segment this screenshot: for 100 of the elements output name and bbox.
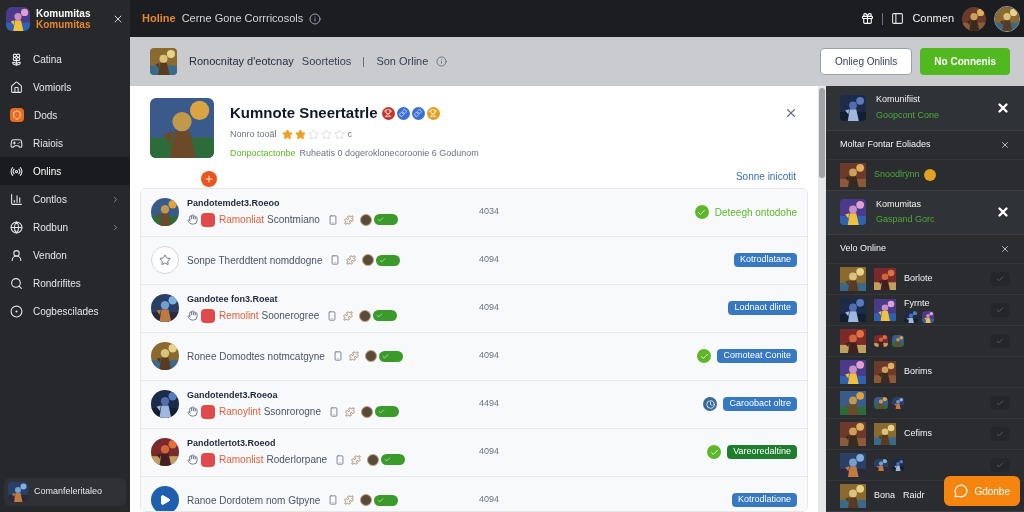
phone-icon — [328, 494, 339, 506]
phone-icon — [335, 453, 346, 466]
nav-item[interactable]: Contlos — [0, 185, 130, 213]
community-title: Ronocnitay d'eotcnay — [189, 54, 294, 70]
app-icon — [201, 212, 215, 227]
online-status: Son Orline — [376, 54, 429, 70]
check-icon — [996, 399, 1004, 407]
nav-item[interactable]: Onlins — [0, 157, 130, 185]
nav-item[interactable]: Cogbescilades — [0, 297, 130, 325]
status-badge: Vareoredaltine — [727, 445, 797, 459]
info-icon[interactable] — [309, 12, 322, 25]
scrollbar[interactable] — [818, 86, 826, 512]
user-card[interactable]: Comanfeleritaleo — [4, 478, 126, 506]
close-icon[interactable] — [1000, 244, 1010, 254]
hand-icon — [187, 406, 198, 418]
row-text: Ssonrorogne — [263, 405, 321, 420]
row-number: 4034 — [479, 205, 500, 219]
checkbox[interactable] — [990, 458, 1010, 472]
close-icon[interactable] — [996, 205, 1010, 220]
nav-item[interactable]: Vendon — [0, 241, 130, 269]
hand-icon — [187, 214, 198, 226]
check-icon — [996, 430, 1004, 438]
check-icon — [996, 337, 1004, 345]
brand-subtitle: Komumitas — [36, 18, 92, 30]
status-badge: Comoteat Conite — [717, 349, 797, 363]
check-pill-icon — [378, 350, 403, 362]
gift-icon[interactable] — [861, 12, 875, 25]
check-pill-icon — [373, 214, 398, 226]
nav-item[interactable]: Dods — [0, 101, 130, 129]
info-icon[interactable] — [436, 56, 448, 67]
home-icon — [10, 80, 23, 94]
game-name: Borims — [904, 365, 932, 379]
row-title: Pandotemdet3.Roeoo — [187, 196, 281, 210]
phone-icon — [328, 405, 339, 418]
checkbox[interactable] — [990, 334, 1010, 348]
play-icon[interactable] — [151, 486, 179, 511]
row-text: Sonpe Therddtent nomddogne — [187, 253, 323, 268]
page-title: Cerne Gone Corrricosols — [181, 11, 304, 27]
user-icon — [10, 248, 23, 262]
trophy-icon — [426, 106, 440, 120]
app-icon — [201, 308, 215, 323]
row-number: 4094 — [479, 493, 500, 507]
star-icon — [294, 128, 306, 140]
row-text: Roderlorpane — [266, 453, 328, 468]
row-title: Pandotlertot3.Roeod — [187, 436, 277, 450]
friend-name: Komumitas — [876, 197, 922, 211]
plus-badge-icon[interactable] — [201, 170, 217, 187]
status-badge: Caroobact oltre — [723, 397, 797, 411]
close-icon[interactable] — [1000, 139, 1010, 150]
row-text: Soonerogree — [261, 309, 320, 324]
star-icon — [320, 128, 332, 140]
check-icon — [996, 461, 1004, 469]
avatar[interactable] — [962, 6, 986, 31]
nav-item[interactable]: Riaiois — [0, 129, 130, 157]
row-number: 4094 — [479, 253, 500, 267]
check-pill-icon — [374, 406, 399, 418]
section-title: Holine — [142, 11, 176, 27]
flower-icon — [10, 52, 23, 66]
check-pill-icon — [374, 494, 399, 506]
panel-icon[interactable] — [891, 12, 905, 25]
nav-item[interactable]: Catina — [0, 45, 130, 73]
game-name: Cefims — [904, 427, 932, 441]
friend-name: Komunifiist — [876, 93, 921, 107]
link[interactable]: Sonne inicotit — [735, 168, 796, 184]
row-tag: Ranoylint — [219, 404, 261, 420]
shield-icon — [10, 108, 24, 122]
check-pill-icon — [376, 254, 401, 266]
broadcast-icon — [10, 164, 23, 178]
check-pill-icon — [373, 310, 398, 322]
game-meta: Nonro tooäl — [230, 127, 277, 141]
puzzle-icon — [346, 255, 357, 265]
star-icon — [333, 128, 345, 140]
puzzle-icon — [344, 406, 355, 417]
small-avatar-icon — [359, 309, 372, 322]
globe-icon — [10, 220, 23, 234]
app-icon — [201, 404, 215, 419]
nav-item[interactable]: Rondrifites — [0, 269, 130, 297]
phone-icon — [327, 309, 338, 322]
row-title: Gandotendet3.Roeoa — [187, 388, 279, 402]
friend-status: Gaspand Gorc — [876, 213, 936, 227]
link-icon — [396, 106, 410, 120]
check-icon — [996, 275, 1004, 283]
game-title: Kumnote Sneertatrle — [230, 103, 378, 123]
checkbox[interactable] — [990, 272, 1010, 286]
row-tag: Ramonliat — [219, 212, 265, 228]
brand-title: Komumitas — [36, 7, 92, 19]
user-name[interactable]: Conmen — [912, 10, 954, 27]
avatar[interactable] — [994, 5, 1020, 32]
checkbox[interactable] — [990, 303, 1010, 317]
chat-icon — [954, 484, 969, 498]
check-pill-icon — [381, 454, 406, 466]
nav-item[interactable]: Vomiorls — [0, 73, 130, 101]
checkbox[interactable] — [990, 427, 1010, 441]
trophy-icon — [381, 106, 395, 120]
row-number: 4094 — [479, 349, 500, 363]
close-icon[interactable] — [996, 100, 1010, 115]
checkbox[interactable] — [990, 396, 1010, 410]
nav-item[interactable]: Rodbun — [0, 213, 130, 241]
puzzle-icon — [343, 310, 354, 321]
secondary-button[interactable]: Onlieg Onlinls — [820, 48, 913, 75]
